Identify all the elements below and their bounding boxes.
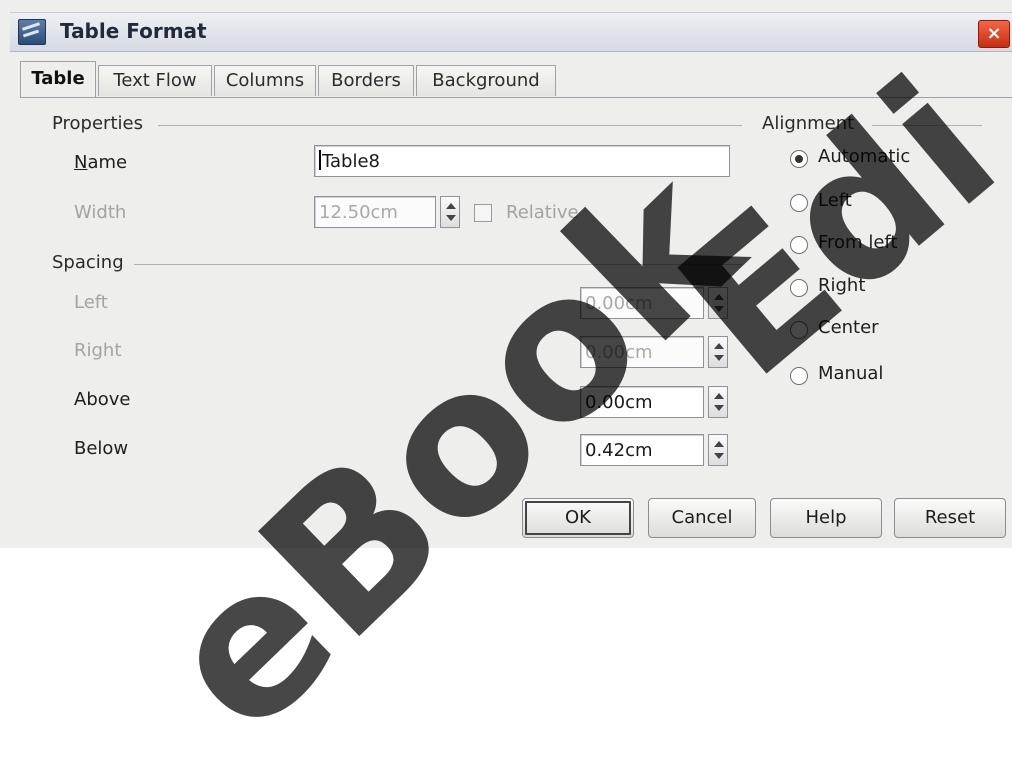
name-label: Name: [74, 152, 128, 173]
tab-table[interactable]: Table: [20, 61, 96, 98]
table-format-dialog: Table Format × Table Text Flow Columns B…: [0, 0, 1012, 778]
width-field[interactable]: 12.50cm: [314, 196, 436, 228]
text-cursor: [319, 150, 321, 170]
spin-up-icon: [714, 441, 724, 447]
radio-right-label: Right: [818, 275, 866, 296]
relative-checkbox[interactable]: [474, 204, 492, 222]
right-spacing-field[interactable]: 0.00cm: [580, 336, 704, 368]
spin-down-icon: [446, 215, 456, 221]
window-title: Table Format: [60, 19, 207, 43]
radio-left-label: Left: [818, 190, 852, 211]
cancel-button[interactable]: Cancel: [648, 498, 756, 538]
spin-up-icon: [714, 393, 724, 399]
spin-up-icon: [714, 294, 724, 300]
above-spacing-spinner[interactable]: [708, 386, 728, 418]
below-spacing-spinner[interactable]: [708, 434, 728, 466]
tab-columns[interactable]: Columns: [214, 65, 316, 96]
left-spacing-field[interactable]: 0.00cm: [580, 287, 704, 319]
tab-borders[interactable]: Borders: [318, 65, 414, 96]
close-icon: ×: [986, 23, 1002, 44]
right-label: Right: [74, 340, 122, 361]
spin-down-icon: [714, 453, 724, 459]
name-label-text: ame: [87, 152, 128, 173]
spin-up-icon: [714, 343, 724, 349]
radio-automatic-label: Automatic: [818, 146, 911, 167]
radio-from-left[interactable]: [790, 236, 808, 254]
help-button[interactable]: Help: [770, 498, 882, 538]
radio-from-left-label: From left: [818, 232, 898, 253]
below-label: Below: [74, 438, 129, 459]
radio-left[interactable]: [790, 194, 808, 212]
radio-automatic[interactable]: [790, 150, 808, 168]
spacing-heading: Spacing: [52, 252, 124, 273]
radio-manual-label: Manual: [818, 363, 884, 384]
radio-center-label: Center: [818, 317, 879, 338]
radio-center[interactable]: [790, 321, 808, 339]
spin-up-icon: [446, 203, 456, 209]
name-field[interactable]: Table8: [314, 145, 730, 177]
reset-button[interactable]: Reset: [894, 498, 1006, 538]
properties-heading: Properties: [52, 113, 143, 134]
name-value: Table8: [322, 151, 380, 172]
spin-down-icon: [714, 405, 724, 411]
width-spinner[interactable]: [440, 196, 460, 228]
tab-background[interactable]: Background: [416, 65, 556, 96]
relative-label: Relative: [506, 202, 579, 223]
left-label: Left: [74, 292, 108, 313]
spin-down-icon: [714, 355, 724, 361]
right-spacing-spinner[interactable]: [708, 336, 728, 368]
width-label: Width: [74, 202, 127, 223]
radio-manual[interactable]: [790, 367, 808, 385]
left-spacing-spinner[interactable]: [708, 287, 728, 319]
below-spacing-field[interactable]: 0.42cm: [580, 434, 704, 466]
tab-text-flow[interactable]: Text Flow: [98, 65, 212, 96]
properties-divider: [158, 125, 742, 126]
above-spacing-field[interactable]: 0.00cm: [580, 386, 704, 418]
ok-button[interactable]: OK: [522, 498, 634, 538]
radio-right[interactable]: [790, 279, 808, 297]
title-bar: Table Format ×: [10, 12, 1012, 52]
alignment-divider: [872, 125, 982, 126]
app-icon: [18, 19, 46, 45]
close-button[interactable]: ×: [978, 20, 1010, 48]
above-label: Above: [74, 389, 131, 410]
alignment-heading: Alignment: [762, 113, 855, 134]
spacing-divider: [134, 264, 742, 265]
spin-down-icon: [714, 306, 724, 312]
